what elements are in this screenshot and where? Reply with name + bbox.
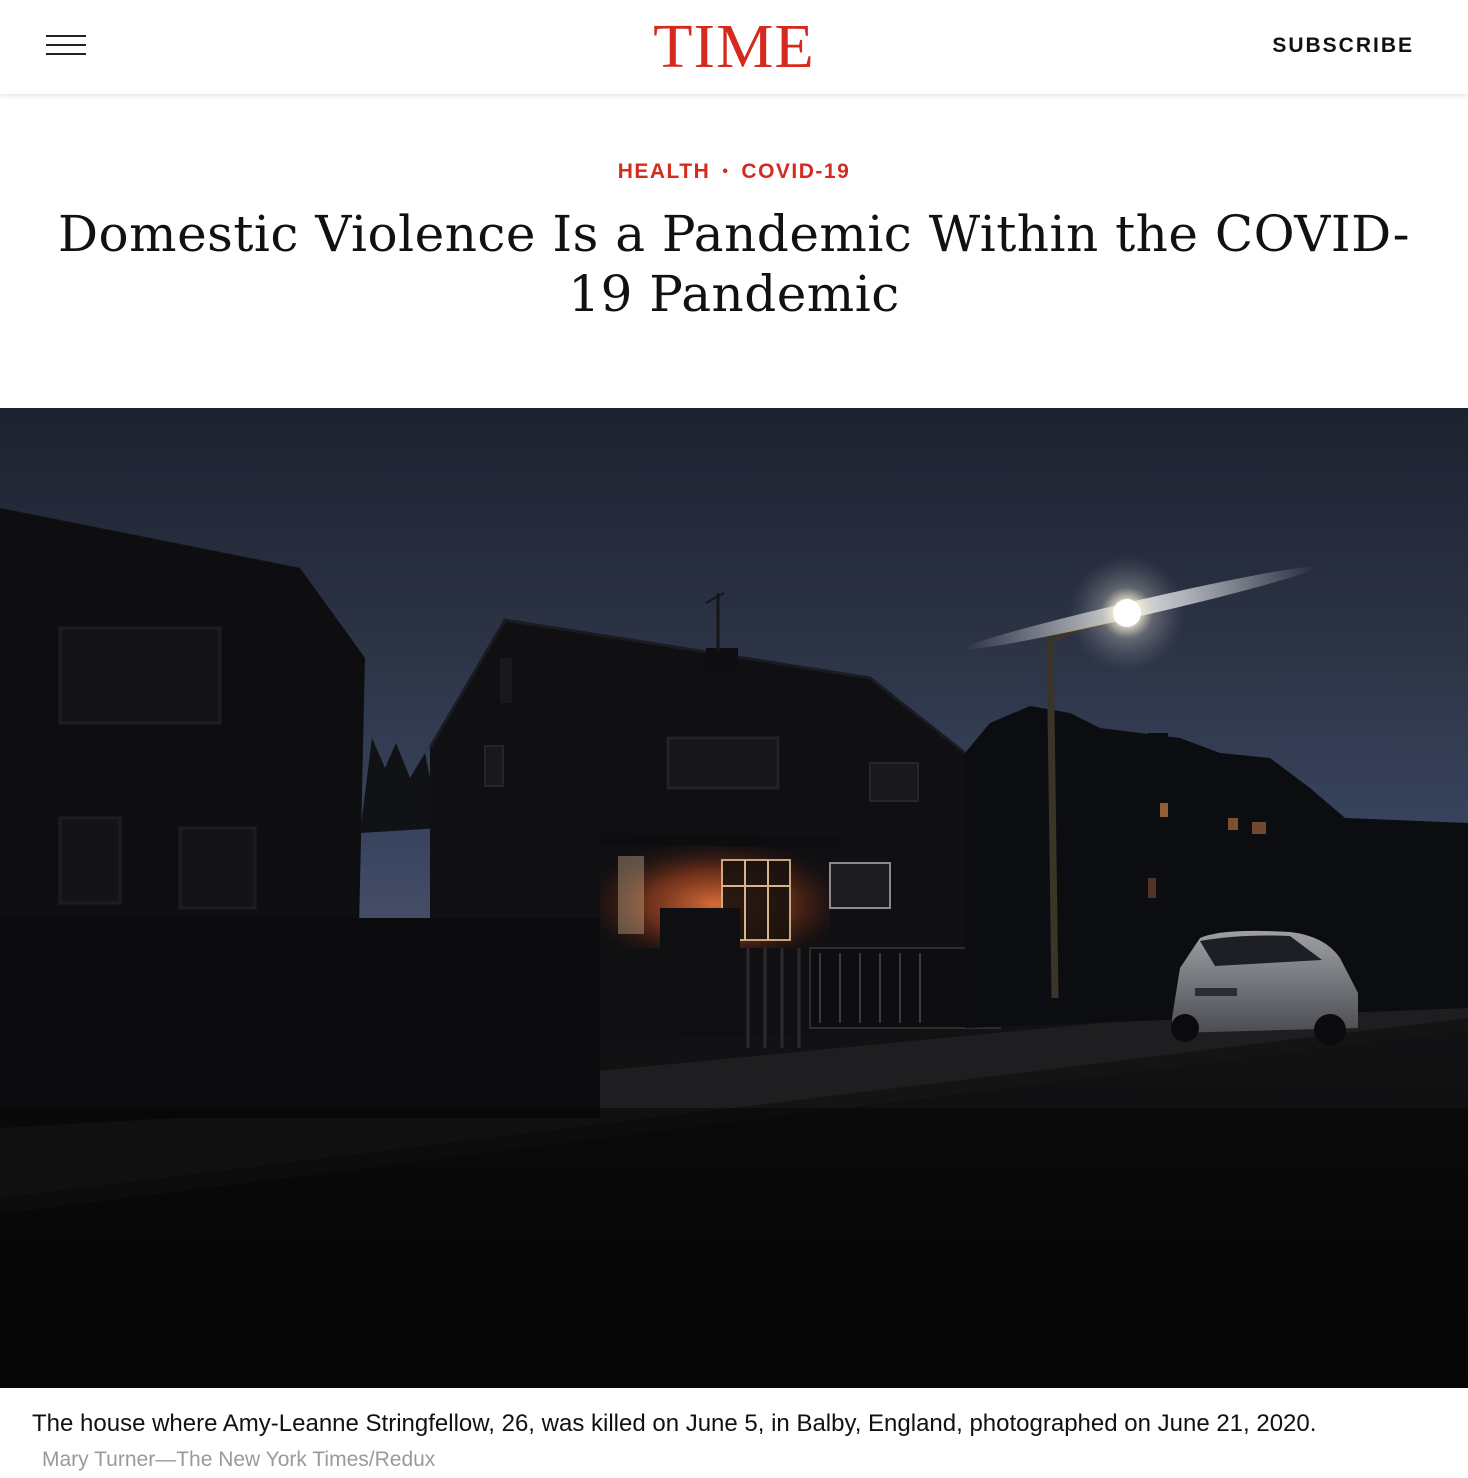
time-logo[interactable]: TIME (0, 16, 1468, 78)
topic-link-covid-19[interactable]: COVID-19 (741, 160, 850, 183)
hero-photo (0, 408, 1468, 1388)
photo-credit: Mary Turner—The New York Times/Redux (42, 1448, 436, 1471)
site-header: TIME SUBSCRIBE (0, 0, 1468, 94)
photo-caption: The house where Amy-Leanne Stringfellow,… (32, 1410, 1317, 1437)
article-header: HEALTH • COVID-19 Domestic Violence Is a P… (0, 94, 1468, 408)
article-headline: Domestic Violence Is a Pandemic Within t… (57, 205, 1411, 323)
kicker-separator: • (722, 163, 730, 180)
subscribe-link[interactable]: SUBSCRIBE (1272, 34, 1414, 58)
section-link-health[interactable]: HEALTH (618, 160, 711, 183)
article-kicker: HEALTH • COVID-19 (0, 160, 1468, 184)
